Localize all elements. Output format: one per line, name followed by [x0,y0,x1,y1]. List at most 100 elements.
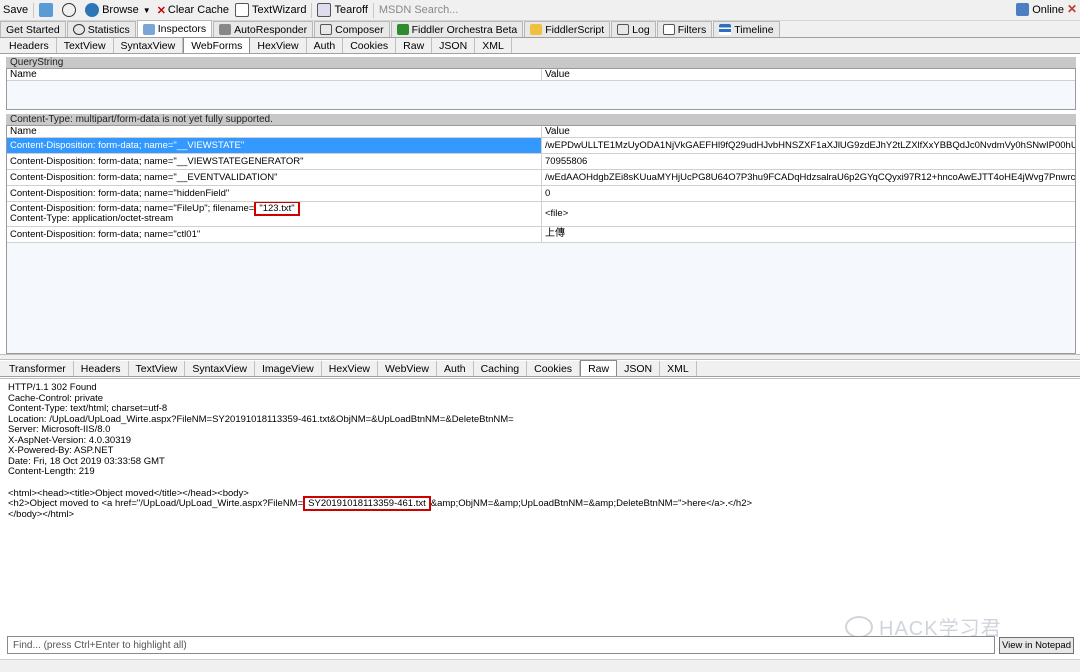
clear-cache-button[interactable]: ✕ Clear Cache [154,1,232,20]
column-name[interactable]: Name [7,69,542,80]
tab-inspectors[interactable]: Inspectors [136,20,213,37]
row-value: /wEPDwULLTE1MzUyODA1NjVkGAEFHl9fQ29udHJv… [545,140,1075,151]
network-icon [1016,3,1030,16]
tab-resp-syntaxview[interactable]: SyntaxView [185,361,255,376]
raw-response-view[interactable]: HTTP/1.1 302 Found Cache-Control: privat… [0,378,1080,634]
inspectors-icon [142,23,155,35]
close-icon[interactable]: ✕ [1067,2,1077,16]
textwizard-icon [235,3,250,17]
request-inspector-tabs: Headers TextView SyntaxView WebForms Hex… [0,37,1080,54]
tab-timeline[interactable]: Timeline [713,21,780,37]
raw-body-line2-prefix: <h2>Object moved to <a href="/UpLoad/UpL… [8,498,304,509]
tab-req-raw[interactable]: Raw [396,38,433,53]
browse-button[interactable]: Browse ▼ [82,1,154,20]
row-name: Content-Disposition: form-data; name="hi… [7,186,542,201]
toolbar-separator [311,2,313,18]
tab-get-started[interactable]: Get Started [0,21,66,37]
toolbar-separator [372,2,374,18]
tab-resp-json[interactable]: JSON [617,361,661,376]
main-tabs: Get Started Statistics Inspectors AutoRe… [0,20,1080,38]
table-row[interactable]: Content-Disposition: form-data; name="__… [7,170,1075,186]
pane-splitter[interactable] [0,354,1080,360]
tab-resp-xml[interactable]: XML [660,361,697,376]
raw-body-line1: <html><head><title>Object moved</title><… [8,487,249,499]
tab-resp-auth[interactable]: Auth [437,361,474,376]
row-value: /wEdAAOHdgbZEi8sKUuaMYHjUcPG8U64O7P3hu9F… [545,172,1075,183]
tab-req-json[interactable]: JSON [432,38,476,53]
msdn-search-input[interactable]: MSDN Search... [376,1,461,20]
online-indicator[interactable]: Online [1016,3,1064,16]
composer-icon [320,24,333,35]
tearoff-button[interactable]: Tearoff [314,1,370,20]
tab-req-xml[interactable]: XML [475,38,512,53]
replay-button[interactable] [36,1,59,20]
tab-resp-caching[interactable]: Caching [474,361,528,376]
browser-icon [85,3,100,17]
wechat-icon [845,615,873,638]
tab-req-auth[interactable]: Auth [307,38,344,53]
tab-resp-hexview[interactable]: HexView [322,361,379,376]
chevron-down-icon: ▼ [142,5,151,15]
querystring-columns: Name Value [7,69,1075,81]
fo-icon [396,24,409,35]
querystring-header: QueryString [6,57,1076,68]
column-value[interactable]: Value [542,69,570,80]
column-value[interactable]: Value [542,126,570,137]
table-row[interactable]: Content-Disposition: form-data; name="__… [7,138,1075,154]
row-name: Content-Disposition: form-data; name="__… [7,170,542,185]
tab-req-headers[interactable]: Headers [2,38,57,53]
tab-statistics[interactable]: Statistics [66,21,136,37]
tab-resp-headers[interactable]: Headers [74,361,129,376]
save-button[interactable]: Save [0,1,31,20]
row-value: 上傳 [545,228,565,239]
textwizard-button[interactable]: TextWizard [232,1,309,20]
tab-filters[interactable]: Filters [656,21,713,37]
response-inspector-tabs: Transformer Headers TextView SyntaxView … [0,360,1080,377]
row-name: Content-Disposition: form-data; name="Fi… [7,202,542,226]
tab-composer[interactable]: Composer [314,21,390,37]
tab-req-textview[interactable]: TextView [57,38,114,53]
body-columns: Name Value [7,126,1075,138]
tab-resp-textview[interactable]: TextView [129,361,186,376]
clear-cache-icon: ✕ [156,4,166,17]
find-input[interactable]: Find... (press Ctrl+Enter to highlight a… [7,636,995,654]
row-name-line2: Content-Type: application/octet-stream [10,213,174,224]
tab-resp-raw[interactable]: Raw [580,360,618,376]
table-row[interactable]: Content-Disposition: form-data; name="ct… [7,227,1075,243]
tab-resp-imageview[interactable]: ImageView [255,361,322,376]
row-value: <file> [545,208,569,219]
tab-autoresponder[interactable]: AutoResponder [213,21,314,37]
checkbox-icon [662,24,675,35]
tab-log[interactable]: Log [611,21,656,37]
replay-icon [39,3,54,17]
tab-req-cookies[interactable]: Cookies [343,38,397,53]
timeline-icon [719,24,732,35]
view-in-notepad-button[interactable]: View in Notepad [999,637,1074,654]
tab-fiddler-orchestra[interactable]: Fiddler Orchestra Beta [390,21,524,37]
table-row[interactable]: Content-Disposition: form-data; name="__… [7,154,1075,170]
toolbar-separator [33,2,35,18]
body-grid[interactable]: Name Value Content-Disposition: form-dat… [6,125,1076,354]
go-button[interactable] [59,1,82,20]
tab-req-webforms[interactable]: WebForms [183,37,251,53]
body-header: Content-Type: multipart/form-data is not… [6,114,1076,125]
row-value: 0 [545,188,551,199]
table-row[interactable]: Content-Disposition: form-data; name="hi… [7,186,1075,202]
row-value: 70955806 [545,156,588,167]
lightning-icon [219,24,232,35]
tab-resp-transformer[interactable]: Transformer [2,361,74,376]
tab-req-syntaxview[interactable]: SyntaxView [114,38,184,53]
log-icon [617,24,630,35]
querystring-grid[interactable]: Name Value [6,68,1076,110]
tab-fiddlerscript[interactable]: FiddlerScript [524,21,611,37]
raw-headers: HTTP/1.1 302 Found Cache-Control: privat… [8,382,514,477]
statistics-icon [72,24,85,35]
tab-resp-webview[interactable]: WebView [378,361,437,376]
raw-body-line3: </body></html> [8,508,75,520]
row-name: Content-Disposition: form-data; name="ct… [7,227,542,242]
tab-req-hexview[interactable]: HexView [250,38,307,53]
table-row[interactable]: Content-Disposition: form-data; name="Fi… [7,202,1075,227]
row-name: Content-Disposition: form-data; name="__… [7,154,542,169]
tab-resp-cookies[interactable]: Cookies [527,361,581,376]
column-name[interactable]: Name [7,126,542,137]
